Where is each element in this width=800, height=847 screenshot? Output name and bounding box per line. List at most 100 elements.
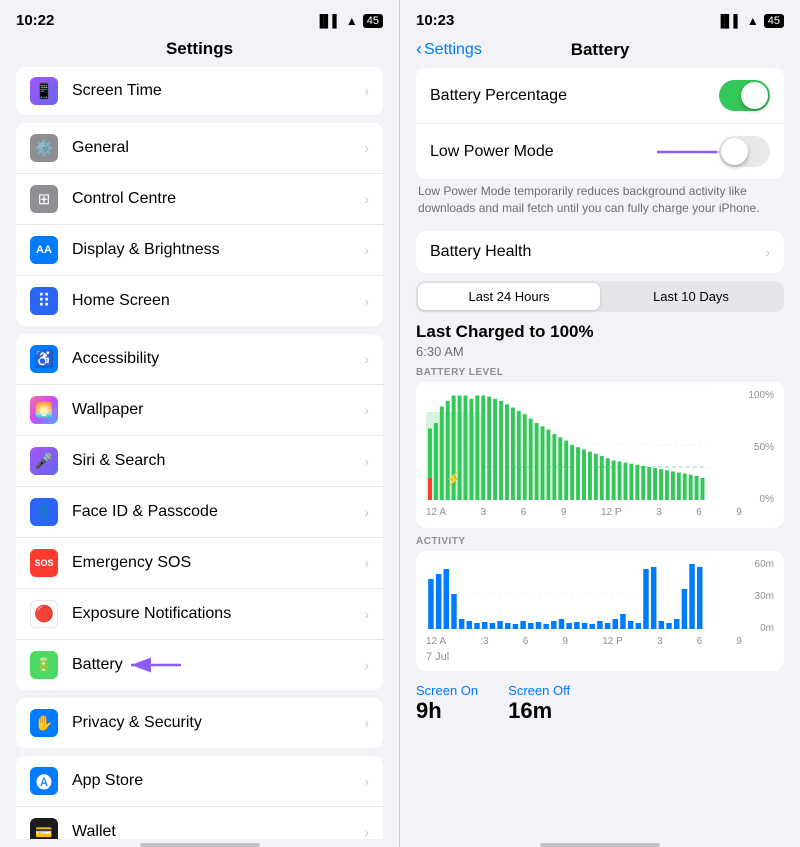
battery-percentage-label: Battery Percentage <box>430 87 719 105</box>
control-centre-icon: ⊞ <box>30 185 58 213</box>
battery-health-group: Battery Health › <box>416 231 784 273</box>
battery-row[interactable]: 🔋 Battery › <box>16 640 383 690</box>
wifi-icon: ▲ <box>346 14 358 28</box>
screen-off-label: Screen Off <box>508 683 570 698</box>
time-period-tabs: Last 24 Hours Last 10 Days <box>416 281 784 312</box>
screen-on-label: Screen On <box>416 683 478 698</box>
battery-label: Battery <box>72 656 364 674</box>
app-store-icon: 🅐 <box>30 767 58 795</box>
last-charged-label: Last Charged to 100% <box>416 322 784 342</box>
chevron-icon: › <box>364 453 369 469</box>
wallpaper-label: Wallpaper <box>72 401 364 419</box>
battery-health-label: Battery Health <box>430 243 765 261</box>
chevron-icon: › <box>364 773 369 789</box>
chevron-icon: › <box>765 244 770 260</box>
emergency-sos-icon: SOS <box>30 549 58 577</box>
siri-label: Siri & Search <box>72 452 364 470</box>
right-header: ‹ Settings Battery <box>400 35 800 68</box>
battery-x-labels: 12 A 3 6 9 12 P 3 6 9 <box>426 505 774 520</box>
low-power-toggle[interactable] <box>719 136 770 167</box>
back-label: Settings <box>424 41 482 59</box>
date-label: 7 Jul <box>426 651 774 663</box>
low-power-note: Low Power Mode temporarily reduces backg… <box>416 179 784 223</box>
app-store-label: App Store <box>72 772 364 790</box>
control-centre-row[interactable]: ⊞ Control Centre › <box>16 174 383 225</box>
battery-page-title: Battery <box>571 40 630 60</box>
home-screen-label: Home Screen <box>72 292 364 310</box>
y-50: 50% <box>744 442 774 453</box>
wallet-row[interactable]: 💳 Wallet › <box>16 807 383 839</box>
wallpaper-row[interactable]: 🌅 Wallpaper › <box>16 385 383 436</box>
activity-chart <box>426 559 774 629</box>
battery-arrow <box>126 655 186 675</box>
toggle-knob <box>721 138 748 165</box>
activity-x-labels: 12 A :3 6 9 12 P 3 6 9 <box>426 634 774 649</box>
settings-group-2: ♿ Accessibility › 🌅 Wallpaper › 🎤 Siri &… <box>16 334 383 690</box>
emergency-sos-row[interactable]: SOS Emergency SOS › <box>16 538 383 589</box>
settings-list: 📱 Screen Time › ⚙️ General › ⊞ Control C… <box>0 67 399 839</box>
screen-time-row[interactable]: 📱 Screen Time › <box>16 67 383 115</box>
battery-icon: 45 <box>363 14 383 28</box>
battery-health-row[interactable]: Battery Health › <box>416 231 784 273</box>
right-panel: 10:23 ▐▌▌ ▲ 45 ‹ Settings Battery Batter… <box>400 0 800 847</box>
chevron-icon: › <box>364 657 369 673</box>
battery-chart-container: 100% 50% 0% <box>416 382 784 528</box>
right-status-bar: 10:23 ▐▌▌ ▲ 45 <box>400 0 800 35</box>
exposure-label: Exposure Notifications <box>72 605 364 623</box>
svg-text:⚡: ⚡ <box>446 470 461 487</box>
tab-24h[interactable]: Last 24 Hours <box>418 283 600 310</box>
settings-group-3: ✋ Privacy & Security › <box>16 698 383 748</box>
settings-title: Settings <box>0 39 399 59</box>
siri-icon: 🎤 <box>30 447 58 475</box>
general-row[interactable]: ⚙️ General › <box>16 123 383 174</box>
face-id-icon: 👤 <box>30 498 58 526</box>
home-indicator-left <box>140 843 260 847</box>
last-charged-time: 6:30 AM <box>416 344 784 359</box>
privacy-security-row[interactable]: ✋ Privacy & Security › <box>16 698 383 748</box>
screen-on-stat: Screen On 9h <box>416 683 478 724</box>
screen-stats: Screen On 9h Screen Off 16m <box>416 679 784 728</box>
tab-10d[interactable]: Last 10 Days <box>600 283 782 310</box>
wallet-label: Wallet <box>72 823 364 839</box>
general-label: General <box>72 139 364 157</box>
left-time: 10:22 <box>16 12 54 29</box>
general-icon: ⚙️ <box>30 134 58 162</box>
back-button[interactable]: ‹ Settings <box>416 39 482 60</box>
left-header: Settings <box>0 35 399 67</box>
battery-icon-settings: 🔋 <box>30 651 58 679</box>
battery-icon: 45 <box>764 14 784 28</box>
activity-label: ACTIVITY <box>416 536 784 547</box>
signal-icon: ▐▌▌ <box>716 14 742 28</box>
y-0m: 0m <box>744 623 774 634</box>
chevron-icon: › <box>364 824 369 839</box>
display-brightness-row[interactable]: AA Display & Brightness › <box>16 225 383 276</box>
right-content: Battery Percentage Low Power Mode Low Po… <box>400 68 800 839</box>
screen-off-value: 16m <box>508 698 570 724</box>
low-power-arrow <box>652 143 722 161</box>
face-id-label: Face ID & Passcode <box>72 503 364 521</box>
chevron-icon: › <box>364 606 369 622</box>
wallpaper-icon: 🌅 <box>30 396 58 424</box>
display-label: Display & Brightness <box>72 241 364 259</box>
screen-time-icon: 📱 <box>30 77 58 105</box>
accessibility-row[interactable]: ♿ Accessibility › <box>16 334 383 385</box>
exposure-notifications-row[interactable]: 🔴 Exposure Notifications › <box>16 589 383 640</box>
face-id-row[interactable]: 👤 Face ID & Passcode › <box>16 487 383 538</box>
app-store-row[interactable]: 🅐 App Store › <box>16 756 383 807</box>
chevron-icon: › <box>364 504 369 520</box>
home-screen-row[interactable]: ⠿ Home Screen › <box>16 276 383 326</box>
chevron-icon: › <box>364 555 369 571</box>
home-indicator-right <box>540 843 660 847</box>
back-chevron: ‹ <box>416 39 422 60</box>
last-charged-section: Last Charged to 100% 6:30 AM <box>416 322 784 359</box>
battery-percentage-toggle[interactable] <box>719 80 770 111</box>
emergency-sos-label: Emergency SOS <box>72 554 364 572</box>
siri-search-row[interactable]: 🎤 Siri & Search › <box>16 436 383 487</box>
settings-group-4: 🅐 App Store › 💳 Wallet › <box>16 756 383 839</box>
signal-icon: ▐▌▌ <box>315 14 341 28</box>
privacy-icon: ✋ <box>30 709 58 737</box>
screen-on-value: 9h <box>416 698 478 724</box>
chevron-icon: › <box>364 140 369 156</box>
low-power-row: Low Power Mode <box>416 124 784 179</box>
screen-off-stat: Screen Off 16m <box>508 683 570 724</box>
